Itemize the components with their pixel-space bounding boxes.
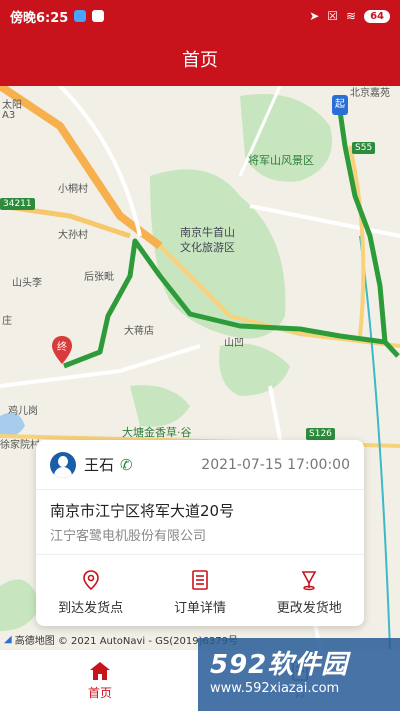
status-time: 傍晚6:25 xyxy=(10,10,69,26)
pickup-datetime: 2021-07-15 17:00:00 xyxy=(201,456,350,473)
phone-icon[interactable]: ✆ xyxy=(120,456,133,474)
map-label: 鸡儿岗 xyxy=(8,406,38,417)
wifi-icon: ≋ xyxy=(346,9,357,23)
map-label: 文化旅游区 xyxy=(180,241,235,254)
watermark-url: www.592xiazai.com xyxy=(210,681,340,696)
location-arrow-icon: ➤ xyxy=(309,9,320,23)
status-bar: 傍晚6:25 ➤ ☒ ≋ 64 xyxy=(0,0,400,32)
map-label: 小桐村 xyxy=(58,184,88,195)
avatar xyxy=(50,451,76,478)
watermark-logo: 592软件园 xyxy=(210,650,349,680)
company-name: 江宁客鹭电机股份有限公司 xyxy=(36,521,364,555)
map-label: 后张毗 xyxy=(84,272,114,283)
location-pin-icon xyxy=(82,570,99,591)
order-detail-button[interactable]: 订单详情 xyxy=(155,569,245,616)
map-label: A3 xyxy=(2,110,16,121)
road-shield: S126 xyxy=(306,428,335,440)
list-icon xyxy=(192,570,208,590)
start-marker[interactable]: 起 xyxy=(332,95,348,115)
nav-home[interactable]: 首页 xyxy=(0,650,200,711)
page-header: 首页 xyxy=(0,32,400,86)
map-label: 北京嘉苑 xyxy=(350,88,390,99)
map-label: 大孙村 xyxy=(58,230,88,241)
map-label: 徐家院村 xyxy=(0,440,40,451)
pickup-address: 南京市江宁区将军大道20号 xyxy=(50,502,235,520)
contact-name: 王石 xyxy=(84,456,115,474)
card-actions: 到达发货点 订单详情 更改发货地 xyxy=(36,555,364,616)
road-shield: 34211 xyxy=(0,198,35,210)
change-pickup-button[interactable]: 更改发货地 xyxy=(264,569,354,616)
message-notification-icon xyxy=(92,10,105,22)
app-notification-icon xyxy=(74,10,87,22)
battery-icon: 64 xyxy=(364,9,390,23)
home-icon xyxy=(90,661,110,680)
action-label: 订单详情 xyxy=(173,601,226,616)
watermark: 592软件园 www.592xiazai.com xyxy=(198,638,400,711)
end-marker-label: 终 xyxy=(57,340,67,353)
status-right: ➤ ☒ ≋ 64 xyxy=(309,9,390,23)
map-label: 大蒋店 xyxy=(124,326,154,337)
card-header: 王石 ✆ 2021-07-15 17:00:00 xyxy=(36,440,364,490)
sim-icon: ☒ xyxy=(327,9,339,23)
map-label: 山头李 xyxy=(12,278,42,289)
map-label: 将军山风景区 xyxy=(248,154,314,167)
end-marker-pin-icon[interactable]: 终 xyxy=(52,336,72,364)
page-title: 首页 xyxy=(182,50,218,71)
action-label: 到达发货点 xyxy=(58,601,124,616)
nav-home-label: 首页 xyxy=(87,685,112,700)
map-label: 大塘金香草·谷 xyxy=(122,426,192,439)
delivery-card: 王石 ✆ 2021-07-15 17:00:00 南京市江宁区将军大道20号 江… xyxy=(36,440,364,626)
map-label: 山凹 xyxy=(224,338,244,349)
map-label: 太阳 xyxy=(2,100,22,111)
road-shield: S55 xyxy=(352,142,376,154)
action-label: 更改发货地 xyxy=(276,601,342,616)
map-label: 南京牛首山 xyxy=(180,226,235,239)
amap-logo-icon: ◢ xyxy=(4,634,12,645)
map-label: 庄 xyxy=(2,316,12,327)
change-location-icon xyxy=(301,571,317,591)
arrive-pickup-button[interactable]: 到达发货点 xyxy=(46,569,136,616)
